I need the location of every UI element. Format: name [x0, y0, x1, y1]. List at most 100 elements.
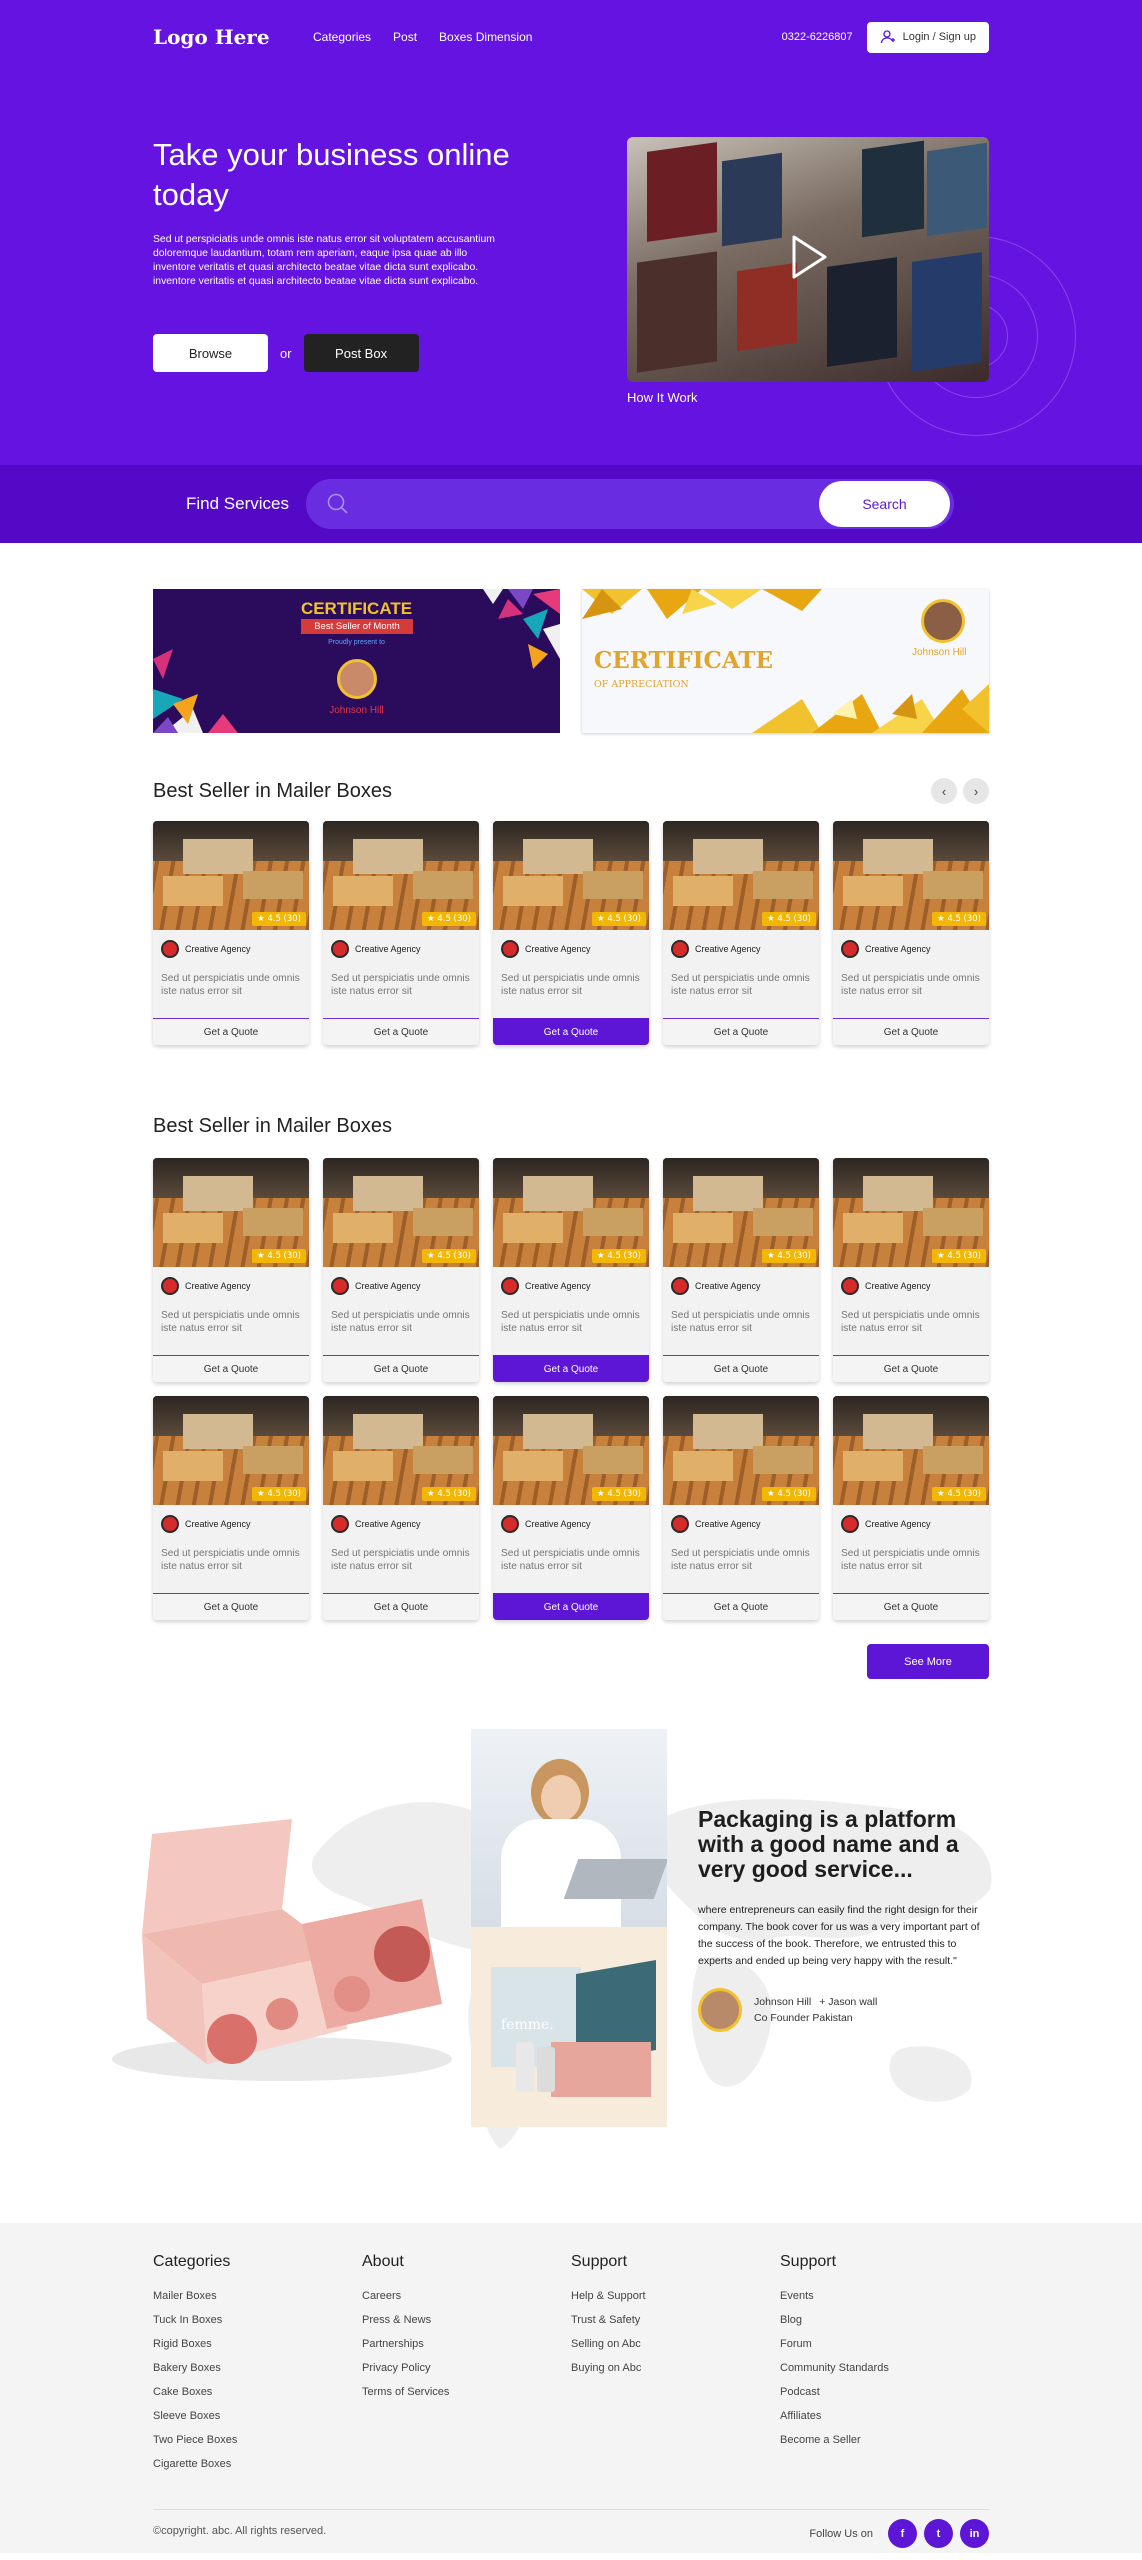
footer-link[interactable]: Press & News — [362, 2308, 571, 2332]
carousel-prev-button[interactable]: ‹ — [931, 778, 957, 804]
footer-link[interactable]: Help & Support — [571, 2284, 780, 2308]
get-quote-button[interactable]: Get a Quote — [833, 1355, 989, 1382]
product-card[interactable]: ★ 4.5 (30) Creative Agency Sed ut perspici… — [153, 1396, 309, 1620]
author-name: Johnson Hill — [754, 1996, 812, 2008]
product-card[interactable]: ★ 4.5 (30) Creative Agency Sed ut perspici… — [153, 821, 309, 1045]
carousel-next-button[interactable]: › — [963, 778, 989, 804]
agency-name: Creative Agency — [865, 1518, 931, 1529]
product-card[interactable]: ★ 4.5 (30) Creative Agency Sed ut perspici… — [323, 821, 479, 1045]
footer-link[interactable]: Two Piece Boxes — [153, 2428, 362, 2452]
agency-name: Creative Agency — [185, 943, 251, 954]
get-quote-button[interactable]: Get a Quote — [833, 1018, 989, 1045]
footer-link[interactable]: Buying on Abc — [571, 2356, 780, 2380]
product-card[interactable]: ★ 4.5 (30) Creative Agency Sed ut perspici… — [833, 821, 989, 1045]
footer-link[interactable]: Terms of Services — [362, 2380, 571, 2404]
footer-link[interactable]: Affiliates — [780, 2404, 989, 2428]
get-quote-button[interactable]: Get a Quote — [493, 1355, 649, 1382]
how-it-works-video[interactable] — [627, 137, 989, 382]
login-button[interactable]: Login / Sign up — [866, 21, 989, 53]
get-quote-button[interactable]: Get a Quote — [493, 1018, 649, 1045]
product-card[interactable]: ★ 4.5 (30) Creative Agency Sed ut perspici… — [833, 1396, 989, 1620]
rating-badge: ★ 4.5 (30) — [422, 1249, 476, 1263]
agency-logo-icon — [841, 939, 859, 958]
post-box-button[interactable]: Post Box — [303, 334, 419, 372]
product-card[interactable]: ★ 4.5 (30) Creative Agency Sed ut perspici… — [323, 1158, 479, 1382]
product-card[interactable]: ★ 4.5 (30) Creative Agency Sed ut perspici… — [833, 1158, 989, 1382]
search-button[interactable]: Search — [819, 481, 950, 527]
agency-logo-icon — [501, 1276, 519, 1295]
linkedin-icon[interactable]: in — [960, 2519, 989, 2548]
footer-link[interactable]: Sleeve Boxes — [153, 2404, 362, 2428]
agency-logo-icon — [671, 1276, 689, 1295]
box-illustration — [112, 1819, 452, 2081]
get-quote-button[interactable]: Get a Quote — [663, 1355, 819, 1382]
nav-link-categories[interactable]: Categories — [313, 30, 371, 44]
get-quote-button[interactable]: Get a Quote — [153, 1355, 309, 1382]
get-quote-button[interactable]: Get a Quote — [323, 1355, 479, 1382]
footer-link[interactable]: Partnerships — [362, 2332, 571, 2356]
get-quote-button[interactable]: Get a Quote — [833, 1593, 989, 1620]
product-card[interactable]: ★ 4.5 (30) Creative Agency Sed ut perspici… — [663, 1396, 819, 1620]
footer-link[interactable]: Careers — [362, 2284, 571, 2308]
agency-name: Creative Agency — [185, 1280, 251, 1291]
footer-link[interactable]: Bakery Boxes — [153, 2356, 362, 2380]
rating-badge: ★ 4.5 (30) — [592, 912, 646, 926]
video-caption[interactable]: How It Work — [627, 390, 698, 405]
get-quote-button[interactable]: Get a Quote — [493, 1593, 649, 1620]
phone-number[interactable]: 0322-6226807 — [782, 31, 853, 43]
certificate-avatar — [337, 659, 377, 699]
footer-link[interactable]: Privacy Policy — [362, 2356, 571, 2380]
logo[interactable]: Logo Here — [153, 25, 313, 49]
agency-name: Creative Agency — [355, 1280, 421, 1291]
product-card[interactable]: ★ 4.5 (30) Creative Agency Sed ut perspici… — [493, 821, 649, 1045]
get-quote-button[interactable]: Get a Quote — [153, 1018, 309, 1045]
product-card[interactable]: ★ 4.5 (30) Creative Agency Sed ut perspici… — [323, 1396, 479, 1620]
footer-column: Categories Mailer Boxes Tuck In Boxes Rigid… — [153, 2253, 362, 2476]
product-card[interactable]: ★ 4.5 (30) Creative Agency Sed ut perspici… — [493, 1158, 649, 1382]
product-card[interactable]: ★ 4.5 (30) Creative Agency Sed ut perspici… — [153, 1158, 309, 1382]
footer-link[interactable]: Events — [780, 2284, 989, 2308]
factory-image: ★ 4.5 (30) — [493, 1158, 649, 1267]
footer-column-title: About — [362, 2253, 404, 2270]
agency-name: Creative Agency — [525, 943, 591, 954]
agency-name: Creative Agency — [695, 1518, 761, 1529]
footer-link[interactable]: Cigarette Boxes — [153, 2452, 362, 2476]
rating-value: 4.5 (30) — [437, 914, 471, 924]
product-card[interactable]: ★ 4.5 (30) Creative Agency Sed ut perspici… — [663, 821, 819, 1045]
footer-link[interactable]: Cake Boxes — [153, 2380, 362, 2404]
agency-logo-icon — [671, 939, 689, 958]
rating-badge: ★ 4.5 (30) — [422, 1487, 476, 1501]
get-quote-button[interactable]: Get a Quote — [323, 1018, 479, 1045]
footer-link[interactable]: Become a Seller — [780, 2428, 989, 2452]
copyright: ©copyright. abc. All rights reserved. — [153, 2525, 327, 2537]
rating-badge: ★ 4.5 (30) — [592, 1487, 646, 1501]
footer-link[interactable]: Blog — [780, 2308, 989, 2332]
search-input[interactable] — [326, 479, 819, 529]
nav-link-post[interactable]: Post — [393, 30, 417, 44]
footer-link[interactable]: Tuck In Boxes — [153, 2308, 362, 2332]
get-quote-button[interactable]: Get a Quote — [153, 1593, 309, 1620]
rating-value: 4.5 (30) — [437, 1251, 471, 1261]
product-card[interactable]: ★ 4.5 (30) Creative Agency Sed ut perspici… — [493, 1396, 649, 1620]
get-quote-button[interactable]: Get a Quote — [663, 1593, 819, 1620]
nav-link-boxes-dimension[interactable]: Boxes Dimension — [439, 30, 532, 44]
facebook-icon[interactable]: f — [888, 2519, 917, 2548]
factory-image: ★ 4.5 (30) — [323, 1158, 479, 1267]
footer-link[interactable]: Community Standards — [780, 2356, 989, 2380]
see-more-button[interactable]: See More — [867, 1644, 989, 1679]
footer-link[interactable]: Mailer Boxes — [153, 2284, 362, 2308]
footer-link[interactable]: Podcast — [780, 2380, 989, 2404]
get-quote-button[interactable]: Get a Quote — [663, 1018, 819, 1045]
footer-link[interactable]: Trust & Safety — [571, 2308, 780, 2332]
play-icon[interactable] — [789, 233, 829, 281]
product-card[interactable]: ★ 4.5 (30) Creative Agency Sed ut perspici… — [663, 1158, 819, 1382]
get-quote-button[interactable]: Get a Quote — [323, 1593, 479, 1620]
footer-link[interactable]: Selling on Abc — [571, 2332, 780, 2356]
twitter-icon[interactable]: t — [924, 2519, 953, 2548]
certificate-banner-seller[interactable]: CERTIFICATE Best Seller of Month Proudly… — [153, 589, 560, 733]
footer-link[interactable]: Rigid Boxes — [153, 2332, 362, 2356]
footer-link[interactable]: Forum — [780, 2332, 989, 2356]
section-title: Best Seller in Mailer Boxes — [153, 779, 392, 802]
certificate-banner-appreciation[interactable]: CERTIFICATE OF APPRECIATION Johnson Hill — [582, 589, 989, 733]
browse-button[interactable]: Browse — [153, 334, 268, 372]
